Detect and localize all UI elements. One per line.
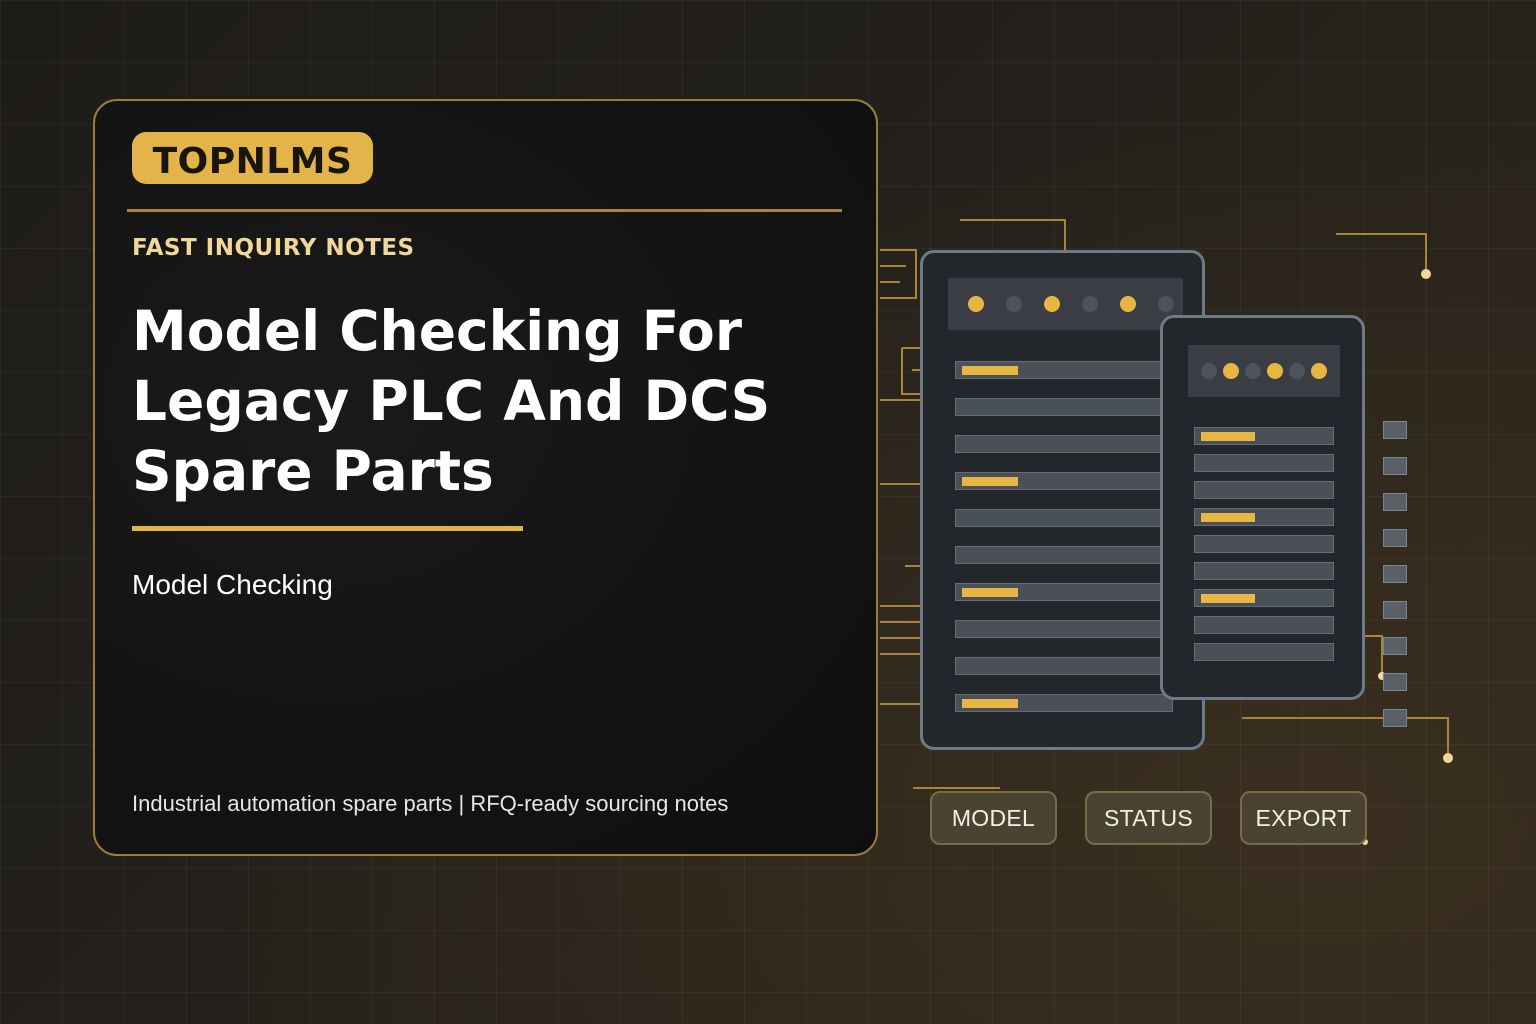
list-item [955,435,1173,453]
highlight-bar-icon [962,699,1018,708]
port-square-icon [1383,601,1407,619]
status-dot-icon [1267,363,1283,379]
status-dot-icon [1201,363,1217,379]
list-item [955,694,1173,712]
list-item [955,583,1173,601]
port-square-icon [1383,493,1407,511]
footer-note: Industrial automation spare parts | RFQ-… [132,791,729,816]
info-card: TOPNLMS FAST INQUIRY NOTES Model Checkin… [93,99,878,856]
device-rows [1194,427,1334,670]
list-item [1194,535,1334,553]
model-button[interactable]: MODEL [930,791,1057,845]
highlight-bar-icon [1201,594,1255,603]
status-dot-icon [1311,363,1327,379]
list-item [1194,616,1334,634]
status-dot-icon [1223,363,1239,379]
device-header [948,278,1183,330]
title-line-3: Spare Parts [132,439,494,503]
status-dot-icon [1006,296,1022,312]
list-item [955,509,1173,527]
kicker-label: FAST INQUIRY NOTES [132,235,415,261]
list-item [1194,508,1334,526]
list-item [1194,643,1334,661]
subtitle: Model Checking [132,569,333,600]
brand-name: TOPNLMS [152,140,353,182]
port-square-icon [1383,457,1407,475]
status-dot-icon [1044,296,1060,312]
status-dot-icon [1245,363,1261,379]
list-item [955,546,1173,564]
status-dot-icon [1158,296,1174,312]
highlight-bar-icon [1201,513,1255,522]
port-square-icon [1383,709,1407,727]
highlight-bar-icon [962,588,1018,597]
list-item [955,361,1173,379]
list-item [955,657,1173,675]
port-square-icon [1383,565,1407,583]
port-square-icon [1383,529,1407,547]
list-item [1194,589,1334,607]
port-square-icon [1383,673,1407,691]
list-item [1194,562,1334,580]
export-button[interactable]: EXPORT [1240,791,1367,845]
brand-badge: TOPNLMS [132,132,373,184]
divider-accent [132,526,523,531]
divider-top [127,209,842,212]
title-line-2: Legacy PLC And DCS [132,369,771,433]
list-item [955,620,1173,638]
status-dot-icon [968,296,984,312]
title-line-1: Model Checking For [132,299,742,363]
list-item [1194,454,1334,472]
highlight-bar-icon [1201,432,1255,441]
status-button[interactable]: STATUS [1085,791,1212,845]
list-item [955,398,1173,416]
list-item [955,472,1173,490]
device-rows [955,361,1173,731]
port-square-icon [1383,637,1407,655]
status-dot-icon [1082,296,1098,312]
list-item [1194,427,1334,445]
highlight-bar-icon [962,477,1018,486]
status-dot-icon [1120,296,1136,312]
device-panel-small [1160,315,1365,700]
status-dot-icon [1289,363,1305,379]
highlight-bar-icon [962,366,1018,375]
page-title: Model Checking For Legacy PLC And DCS Sp… [132,296,832,506]
port-square-icon [1383,421,1407,439]
list-item [1194,481,1334,499]
device-header [1188,345,1340,397]
